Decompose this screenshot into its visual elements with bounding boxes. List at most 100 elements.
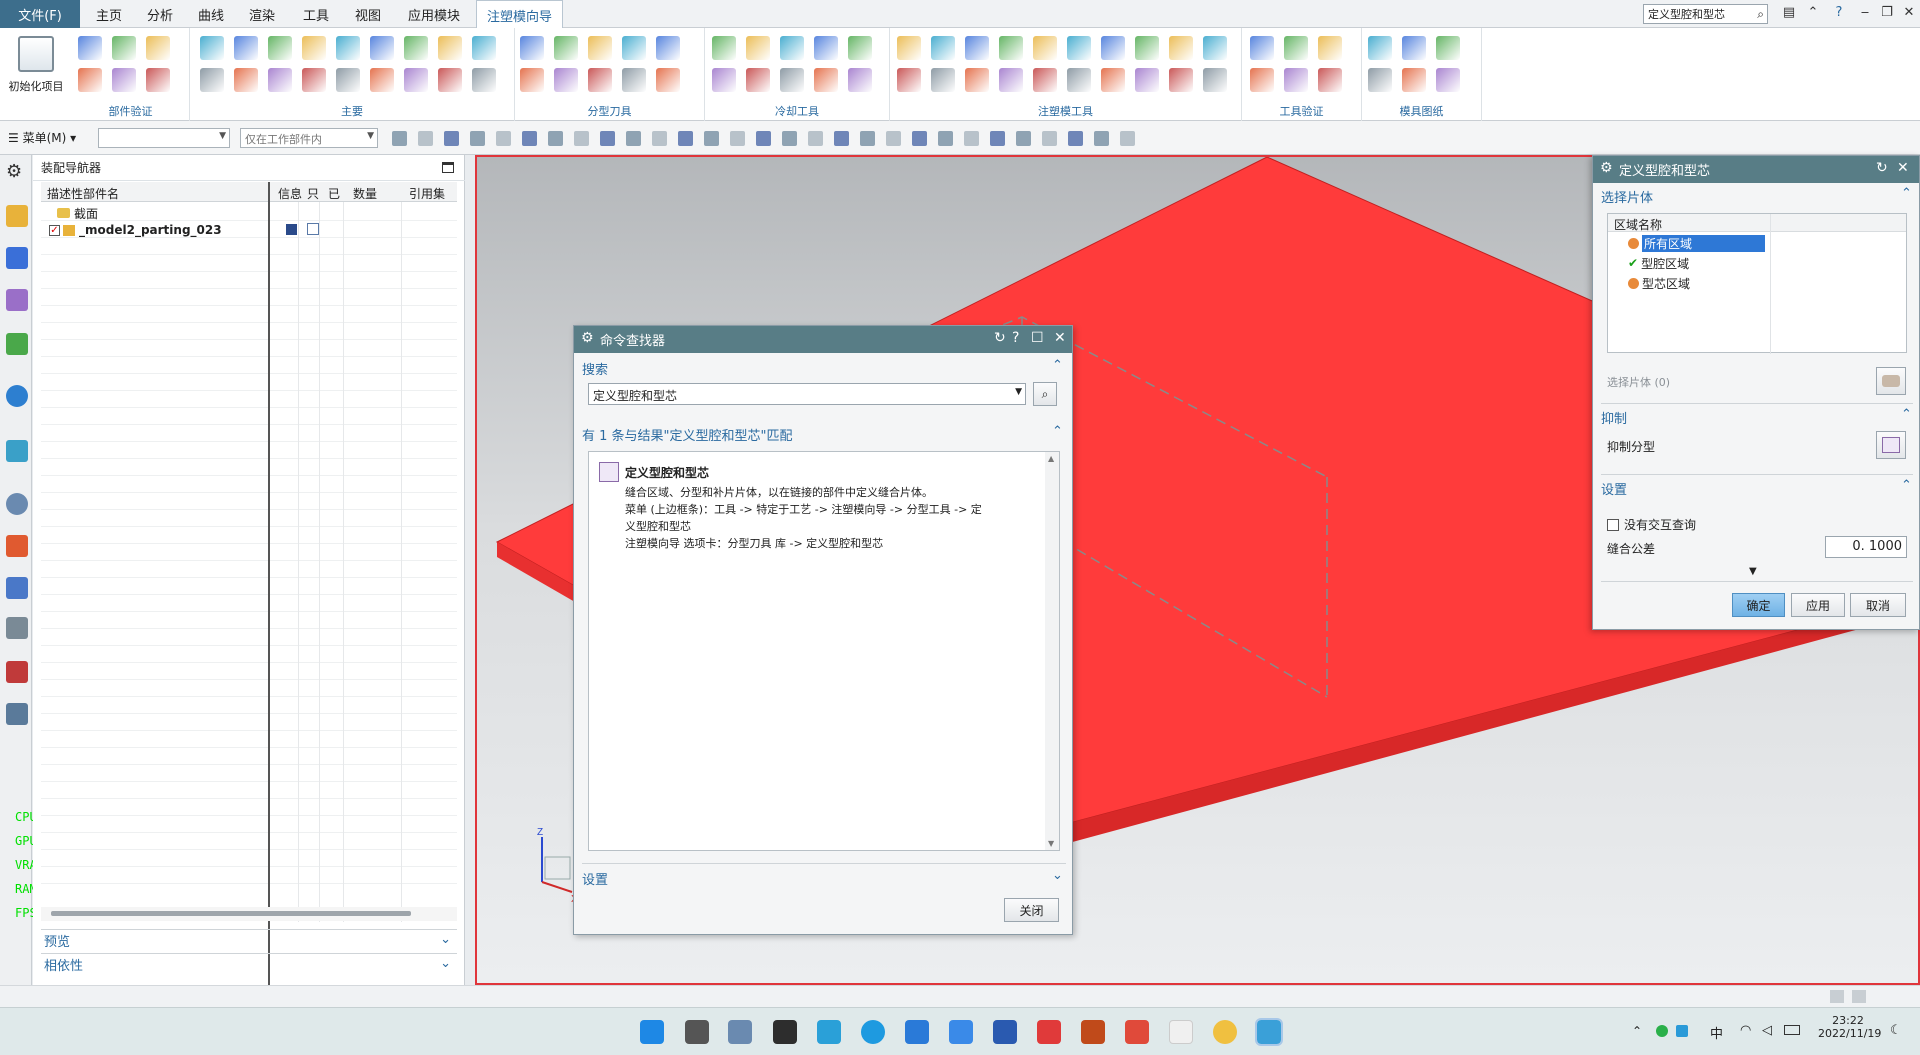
ribbon-tool-icon[interactable]: [472, 36, 496, 60]
scroll-thumb[interactable]: [51, 911, 411, 916]
select-sheet-section[interactable]: 选择片体: [1601, 184, 1653, 208]
search-section-header[interactable]: 搜索: [582, 356, 608, 380]
start-icon[interactable]: [640, 1020, 664, 1044]
chrome-icon[interactable]: [1213, 1020, 1237, 1044]
ribbon-tool-icon[interactable]: [520, 36, 544, 60]
minimize-icon[interactable]: ‒: [1856, 5, 1874, 23]
ribbon-tool-icon[interactable]: [78, 36, 102, 60]
ribbon-tool-icon[interactable]: [999, 36, 1023, 60]
tab-tools[interactable]: 工具: [293, 0, 339, 28]
cancel-button[interactable]: 取消: [1850, 593, 1906, 617]
selection-tool-icon[interactable]: [912, 131, 927, 146]
ribbon-tool-icon[interactable]: [588, 36, 612, 60]
collapse-ribbon-icon[interactable]: ⌃: [1804, 5, 1822, 23]
chevron-up-icon[interactable]: ⌃: [1052, 424, 1063, 439]
reset-icon[interactable]: ↻: [1876, 160, 1888, 176]
ribbon-tool-icon[interactable]: [1436, 68, 1460, 92]
ribbon-tool-icon[interactable]: [656, 36, 680, 60]
ribbon-tool-icon[interactable]: [404, 36, 428, 60]
init-project-button[interactable]: 初始化项目: [4, 32, 68, 112]
selection-tool-icon[interactable]: [652, 131, 667, 146]
more-options-icon[interactable]: ▼: [1749, 566, 1757, 577]
history-icon[interactable]: [6, 493, 28, 515]
ribbon-tool-icon[interactable]: [146, 68, 170, 92]
manufacturing-wizard-icon[interactable]: [6, 577, 28, 599]
selection-tool-icon[interactable]: [496, 131, 511, 146]
selection-tool-icon[interactable]: [730, 131, 745, 146]
selection-tool-icon[interactable]: [1120, 131, 1135, 146]
ribbon-tool-icon[interactable]: [520, 68, 544, 92]
ribbon-tool-icon[interactable]: [780, 68, 804, 92]
reuse-library-icon[interactable]: [6, 333, 28, 355]
selection-tool-icon[interactable]: [548, 131, 563, 146]
ribbon-tool-icon[interactable]: [404, 68, 428, 92]
system-scenes-icon[interactable]: [6, 661, 28, 683]
ribbon-tool-icon[interactable]: [931, 68, 955, 92]
selection-tool-icon[interactable]: [1016, 131, 1031, 146]
ribbon-tool-icon[interactable]: [438, 36, 462, 60]
battery-icon[interactable]: [1784, 1025, 1800, 1035]
ribbon-tool-icon[interactable]: [370, 36, 394, 60]
ribbon-tool-icon[interactable]: [268, 36, 292, 60]
stitch-tolerance-input[interactable]: 0. 1000: [1825, 536, 1907, 558]
tray-chevron-icon[interactable]: ⌃: [1632, 1024, 1642, 1038]
col-part-name[interactable]: 描述性部件名: [47, 185, 119, 202]
ribbon-tool-icon[interactable]: [234, 36, 258, 60]
ribbon-tool-icon[interactable]: [1135, 36, 1159, 60]
ribbon-tool-icon[interactable]: [472, 68, 496, 92]
visio-icon[interactable]: [993, 1020, 1017, 1044]
wifi-icon[interactable]: ◠: [1740, 1023, 1751, 1038]
tray-app-icon[interactable]: [1656, 1025, 1668, 1037]
ribbon-tool-icon[interactable]: [1067, 36, 1091, 60]
selection-tool-icon[interactable]: [756, 131, 771, 146]
ribbon-tool-icon[interactable]: [438, 68, 462, 92]
selection-tool-icon[interactable]: [886, 131, 901, 146]
ribbon-tool-icon[interactable]: [588, 68, 612, 92]
selection-tool-icon[interactable]: [834, 131, 849, 146]
search-button[interactable]: ⌕: [1033, 382, 1057, 406]
ribbon-tool-icon[interactable]: [1169, 36, 1193, 60]
selection-tool-icon[interactable]: [782, 131, 797, 146]
chevron-down-icon[interactable]: ⌄: [1052, 868, 1063, 883]
command-search-input[interactable]: 定义型腔和型芯 ⌕: [1643, 4, 1768, 24]
ok-button[interactable]: 确定: [1732, 593, 1785, 617]
ribbon-tool-icon[interactable]: [1402, 68, 1426, 92]
ribbon-tool-icon[interactable]: [1368, 68, 1392, 92]
selection-tool-icon[interactable]: [600, 131, 615, 146]
gear-icon[interactable]: ⚙: [581, 330, 594, 346]
ribbon-tool-icon[interactable]: [1033, 68, 1057, 92]
info-icon[interactable]: [6, 385, 28, 407]
tab-view[interactable]: 视图: [345, 0, 391, 28]
help-icon[interactable]: ?: [1012, 330, 1019, 346]
file-menu[interactable]: 文件(F): [0, 0, 80, 28]
chevron-up-icon[interactable]: ⌃: [1901, 407, 1912, 422]
selection-tool-icon[interactable]: [964, 131, 979, 146]
selection-tool-icon[interactable]: [574, 131, 589, 146]
gear-icon[interactable]: ⚙: [1600, 160, 1613, 176]
ribbon-tool-icon[interactable]: [336, 68, 360, 92]
selection-tool-icon[interactable]: [1042, 131, 1057, 146]
xmind-icon[interactable]: [1125, 1020, 1149, 1044]
ribbon-tool-icon[interactable]: [746, 68, 770, 92]
roles-icon[interactable]: [6, 617, 28, 639]
ribbon-tool-icon[interactable]: [302, 68, 326, 92]
selection-tool-icon[interactable]: [626, 131, 641, 146]
ribbon-tool-icon[interactable]: [1318, 68, 1342, 92]
result-title[interactable]: 定义型腔和型芯: [625, 464, 709, 481]
region-row-core[interactable]: 型芯区域: [1628, 275, 1690, 291]
ribbon-tool-icon[interactable]: [1067, 68, 1091, 92]
process-studio-icon[interactable]: [6, 535, 28, 557]
col-reference-set[interactable]: 引用集: [409, 185, 445, 202]
ribbon-tool-icon[interactable]: [554, 68, 578, 92]
ribbon-tool-icon[interactable]: [1284, 36, 1308, 60]
ribbon-tool-icon[interactable]: [622, 68, 646, 92]
ribbon-tool-icon[interactable]: [1135, 68, 1159, 92]
selection-tool-icon[interactable]: [1068, 131, 1083, 146]
text-editor-icon[interactable]: [1169, 1020, 1193, 1044]
ribbon-tool-icon[interactable]: [1284, 68, 1308, 92]
tab-render[interactable]: 渲染: [239, 0, 285, 28]
chat-icon[interactable]: [861, 1020, 885, 1044]
selection-tool-icon[interactable]: [860, 131, 875, 146]
ribbon-tool-icon[interactable]: [1169, 68, 1193, 92]
vertical-scrollbar[interactable]: ▲ ▼: [1045, 452, 1059, 850]
